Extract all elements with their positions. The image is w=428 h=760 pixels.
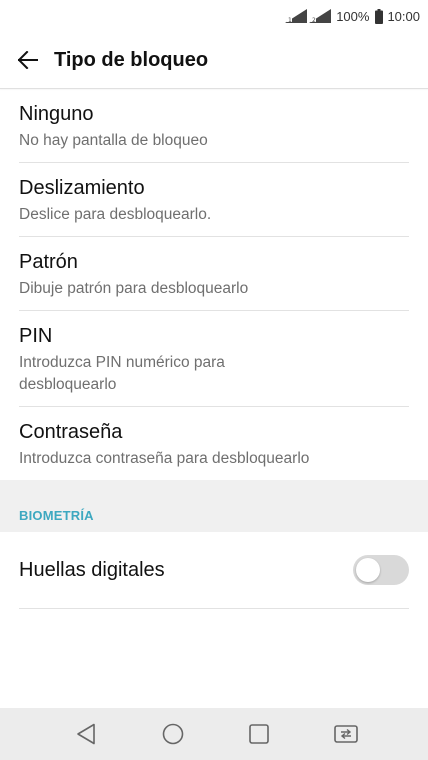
lock-options-list: Ninguno No hay pantalla de bloqueo Desli…	[0, 89, 428, 480]
triangle-back-icon[interactable]	[70, 718, 102, 750]
option-title: PIN	[19, 325, 53, 347]
option-subtitle: Introduzca contraseña para desbloquearlo	[19, 450, 310, 467]
fingerprint-toggle[interactable]	[353, 555, 409, 585]
sim1-signal-icon: 1	[285, 9, 308, 23]
status-bar: 1 2 100% 10:00	[0, 0, 428, 32]
lock-option-pattern[interactable]: Patrón Dibuje patrón para desbloquearlo	[19, 237, 409, 311]
lock-option-none[interactable]: Ninguno No hay pantalla de bloqueo	[19, 89, 409, 163]
battery-percent: 100%	[336, 8, 370, 24]
section-header-biometrics: BIOMETRÍA	[0, 480, 428, 532]
toggle-knob	[356, 558, 380, 582]
lock-option-password[interactable]: Contraseña Introduzca contraseña para de…	[19, 407, 409, 480]
option-subtitle: Deslice para desbloquearlo.	[19, 206, 212, 223]
svg-text:1: 1	[288, 17, 292, 23]
svg-text:2: 2	[312, 17, 316, 23]
sim2-signal-icon: 2	[309, 9, 332, 23]
option-subtitle: Dibuje patrón para desbloquearlo	[19, 280, 249, 297]
fingerprint-label: Huellas digitales	[19, 558, 165, 581]
square-recents-icon[interactable]	[243, 718, 275, 750]
clock: 10:00	[387, 8, 420, 24]
navigation-bar	[0, 708, 428, 760]
lock-option-pin[interactable]: PIN Introduzca PIN numérico para desbloq…	[19, 311, 409, 407]
fingerprint-row[interactable]: Huellas digitales	[19, 532, 409, 609]
option-title: Patrón	[19, 251, 78, 273]
arrow-left-icon[interactable]	[16, 48, 40, 72]
option-subtitle: No hay pantalla de bloqueo	[19, 132, 208, 149]
option-title: Deslizamiento	[19, 177, 145, 199]
battery-icon	[375, 8, 384, 24]
app-bar: Tipo de bloqueo	[0, 32, 428, 89]
option-subtitle: Introduzca PIN numérico para desbloquear…	[19, 354, 225, 393]
page-title: Tipo de bloqueo	[54, 48, 209, 71]
dual-window-icon[interactable]	[330, 718, 362, 750]
lock-type-screen: 1 2 100% 10:00 Tipo de bloqueo Ninguno N…	[0, 0, 428, 760]
circle-home-icon[interactable]	[157, 718, 189, 750]
lock-option-swipe[interactable]: Deslizamiento Deslice para desbloquearlo…	[19, 163, 409, 237]
option-title: Contraseña	[19, 421, 123, 443]
option-title: Ninguno	[19, 103, 94, 125]
